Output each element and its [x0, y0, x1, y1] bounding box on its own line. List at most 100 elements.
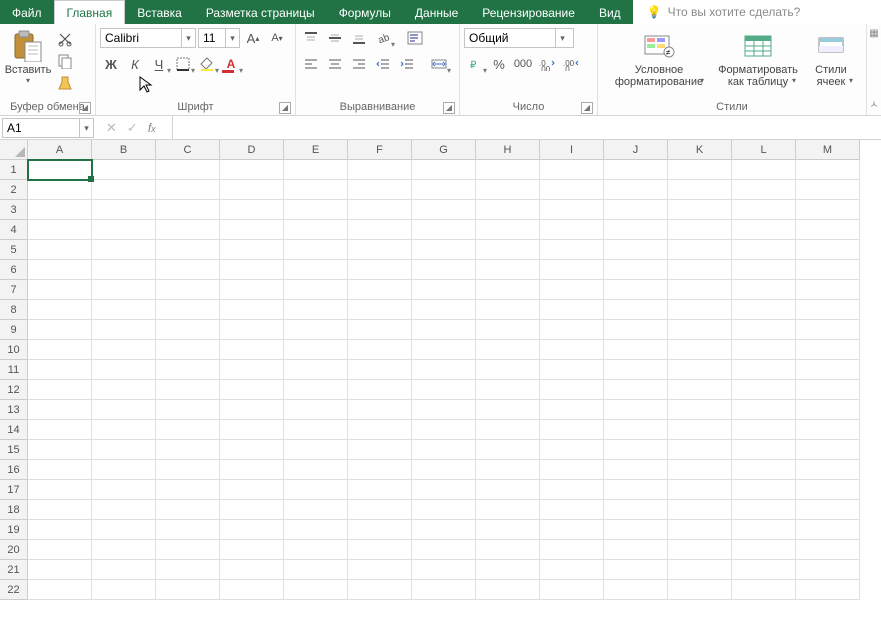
- cell[interactable]: [348, 420, 412, 440]
- number-format-input[interactable]: [465, 31, 555, 45]
- column-header[interactable]: M: [796, 140, 860, 160]
- borders-button[interactable]: [172, 54, 194, 74]
- cell[interactable]: [28, 180, 92, 200]
- cell[interactable]: [284, 580, 348, 600]
- cell[interactable]: [220, 580, 284, 600]
- column-header[interactable]: C: [156, 140, 220, 160]
- row-header[interactable]: 21: [0, 560, 28, 580]
- cell[interactable]: [604, 480, 668, 500]
- cell[interactable]: [284, 460, 348, 480]
- cell[interactable]: [732, 380, 796, 400]
- font-family-combo[interactable]: ▾: [100, 28, 196, 48]
- cell[interactable]: [284, 380, 348, 400]
- row-header[interactable]: 8: [0, 300, 28, 320]
- cell[interactable]: [540, 240, 604, 260]
- cell[interactable]: [796, 560, 860, 580]
- cell[interactable]: [668, 380, 732, 400]
- column-header[interactable]: F: [348, 140, 412, 160]
- cell[interactable]: [604, 560, 668, 580]
- cell[interactable]: [220, 180, 284, 200]
- cell[interactable]: [156, 220, 220, 240]
- cell[interactable]: [476, 440, 540, 460]
- cell[interactable]: [540, 280, 604, 300]
- cell[interactable]: [92, 420, 156, 440]
- cell[interactable]: [668, 220, 732, 240]
- cell[interactable]: [156, 300, 220, 320]
- cell[interactable]: [92, 280, 156, 300]
- cell[interactable]: [92, 460, 156, 480]
- cell[interactable]: [28, 500, 92, 520]
- cell[interactable]: [156, 200, 220, 220]
- cell[interactable]: [92, 220, 156, 240]
- cell[interactable]: [732, 160, 796, 180]
- column-header[interactable]: L: [732, 140, 796, 160]
- cell[interactable]: [284, 200, 348, 220]
- cell[interactable]: [732, 180, 796, 200]
- font-family-input[interactable]: [101, 31, 181, 45]
- alignment-launcher[interactable]: ◢: [443, 102, 455, 114]
- format-as-table-button[interactable]: Форматировать как таблицу ▾: [713, 28, 803, 85]
- cell[interactable]: [732, 320, 796, 340]
- cell[interactable]: [668, 580, 732, 600]
- cell[interactable]: [412, 580, 476, 600]
- cell[interactable]: [668, 560, 732, 580]
- conditional-formatting-button[interactable]: ≠ Условное форматирование ▾: [607, 28, 711, 85]
- cell[interactable]: [284, 340, 348, 360]
- cell[interactable]: [604, 280, 668, 300]
- cell[interactable]: [92, 200, 156, 220]
- cell[interactable]: [412, 160, 476, 180]
- cell[interactable]: [28, 360, 92, 380]
- cell[interactable]: [412, 380, 476, 400]
- cell[interactable]: [476, 300, 540, 320]
- cell[interactable]: [348, 580, 412, 600]
- cell[interactable]: [220, 540, 284, 560]
- column-header[interactable]: B: [92, 140, 156, 160]
- align-middle-button[interactable]: [324, 28, 346, 48]
- cell[interactable]: [92, 440, 156, 460]
- font-launcher[interactable]: ◢: [279, 102, 291, 114]
- cell[interactable]: [732, 480, 796, 500]
- cell[interactable]: [732, 500, 796, 520]
- cell[interactable]: [604, 420, 668, 440]
- cell[interactable]: [220, 160, 284, 180]
- cell[interactable]: [668, 480, 732, 500]
- cell[interactable]: [796, 480, 860, 500]
- cell[interactable]: [348, 520, 412, 540]
- cell[interactable]: [348, 320, 412, 340]
- cell[interactable]: [540, 320, 604, 340]
- cell[interactable]: [348, 460, 412, 480]
- formula-input[interactable]: [172, 116, 881, 139]
- cell[interactable]: [796, 500, 860, 520]
- cell[interactable]: [540, 180, 604, 200]
- cell[interactable]: [732, 300, 796, 320]
- cell[interactable]: [540, 260, 604, 280]
- cell[interactable]: [604, 380, 668, 400]
- cell[interactable]: [92, 580, 156, 600]
- cell[interactable]: [540, 360, 604, 380]
- decrease-decimal-button[interactable]: .00.0: [560, 54, 582, 74]
- cell[interactable]: [412, 520, 476, 540]
- cell[interactable]: [412, 440, 476, 460]
- cell[interactable]: [28, 400, 92, 420]
- cell[interactable]: [28, 380, 92, 400]
- align-left-button[interactable]: [300, 54, 322, 74]
- cell[interactable]: [348, 160, 412, 180]
- cell[interactable]: [28, 320, 92, 340]
- cell[interactable]: [92, 400, 156, 420]
- cell[interactable]: [220, 440, 284, 460]
- cell[interactable]: [284, 160, 348, 180]
- cell[interactable]: [668, 500, 732, 520]
- cell[interactable]: [540, 540, 604, 560]
- cell[interactable]: [796, 400, 860, 420]
- cell[interactable]: [476, 360, 540, 380]
- cell[interactable]: [28, 240, 92, 260]
- cell[interactable]: [476, 420, 540, 440]
- cell[interactable]: [284, 360, 348, 380]
- row-header[interactable]: 12: [0, 380, 28, 400]
- cell[interactable]: [476, 180, 540, 200]
- row-header[interactable]: 6: [0, 260, 28, 280]
- cell[interactable]: [92, 340, 156, 360]
- cells-area[interactable]: [28, 160, 881, 622]
- cell[interactable]: [476, 520, 540, 540]
- orientation-button[interactable]: ab: [372, 28, 394, 48]
